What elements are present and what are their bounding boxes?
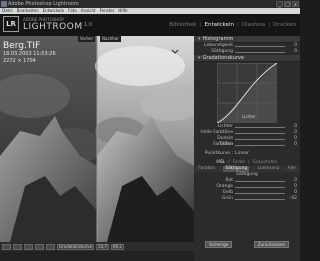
photo-info-overlay: Berg.TIF 18.03.2003 11:03:26 2272 × 1704 xyxy=(3,41,56,65)
status-strip xyxy=(0,251,194,261)
module-entwickeln[interactable]: Entwickeln xyxy=(204,22,234,28)
app-header: LR ADOBE PHOTOSHOP LIGHTROOM 1.0 Bibliot… xyxy=(0,14,300,36)
window-title-bar: Adobe Photoshop Lightroom _ □ x xyxy=(0,0,300,8)
histogram-panel-header[interactable]: ▾ Histogramm xyxy=(194,36,300,43)
slider-track[interactable] xyxy=(235,142,285,148)
tone-curve-panel-header[interactable]: ▾ Gradationskurve xyxy=(194,55,300,62)
window-controls: _ □ x xyxy=(276,1,299,8)
point-curve-label: Punktkurve : xyxy=(204,151,233,156)
module-picker: Bibliothek | Entwickeln | Diashow | Druc… xyxy=(169,22,296,28)
slider-tiefen[interactable]: Tiefen 0 xyxy=(194,142,300,148)
photo-dimensions: 2272 × 1704 xyxy=(3,58,36,64)
curve-region-label: Lichter xyxy=(242,114,256,119)
module-separator: | xyxy=(199,22,202,28)
minimize-button[interactable]: _ xyxy=(276,1,283,8)
collapse-triangle-icon: ▾ xyxy=(198,55,201,61)
target-adjust-select[interactable]: Gradationskurve xyxy=(57,243,95,250)
subtab-luminanz[interactable]: Luminanz xyxy=(257,166,279,172)
app-icon xyxy=(1,1,7,7)
collapse-triangle-icon: ▾ xyxy=(198,36,201,42)
brand-name: LIGHTROOM xyxy=(23,22,83,32)
develop-panel: ▾ Histogramm Lebendigkeit 0 Sättigung 0 ▾ Gr… xyxy=(194,36,300,261)
loupe-view-button[interactable] xyxy=(2,243,11,250)
photo-viewport[interactable]: Vorher Nachher Berg.TIF 18.03.2003 11:03… xyxy=(0,36,194,242)
module-drucken[interactable]: Drucken xyxy=(273,22,296,28)
point-curve-row: Punktkurve : Linear xyxy=(194,151,300,157)
bottom-toolbar: Gradationskurve 54,7 80,2 xyxy=(0,242,194,251)
slider-gruen[interactable]: Grün -42 xyxy=(194,196,300,202)
target-adjust-button[interactable] xyxy=(46,243,55,250)
point-curve-select[interactable]: Linear xyxy=(235,151,249,157)
after-label: Nachher xyxy=(100,36,121,42)
tone-curve-area[interactable]: Lichter xyxy=(194,62,300,124)
module-bibliothek[interactable]: Bibliothek xyxy=(169,22,196,28)
maximize-button[interactable]: □ xyxy=(284,1,291,8)
before-after-photo xyxy=(0,36,194,242)
photo-filename: Berg.TIF xyxy=(3,41,41,51)
brand-version: 1.0 xyxy=(84,22,92,28)
window-title: Adobe Photoshop Lightroom xyxy=(8,1,79,7)
photo-capture-date: 18.03.2003 11:03:26 xyxy=(3,51,56,57)
panel-buttons: Vorherige Zurücksetzen xyxy=(194,241,300,248)
crop-tool-button[interactable] xyxy=(24,243,33,250)
module-separator: | xyxy=(268,22,271,28)
slider-track[interactable] xyxy=(235,49,285,55)
before-label: Vorher xyxy=(78,36,96,42)
curve-input-value: 54,7 xyxy=(96,243,110,250)
slider-track[interactable] xyxy=(235,196,285,202)
subtab-farbton[interactable]: Farbton xyxy=(198,166,215,172)
curve-output-value: 80,2 xyxy=(111,243,124,250)
white-balance-tool-button[interactable] xyxy=(35,243,44,250)
before-after-button[interactable] xyxy=(13,243,22,250)
previous-settings-button[interactable]: Vorherige xyxy=(204,241,233,248)
module-separator: | xyxy=(237,22,239,28)
subtab-alle[interactable]: Alle xyxy=(288,166,296,172)
lightroom-logo: LR xyxy=(3,16,19,32)
close-button[interactable]: x xyxy=(292,1,299,8)
module-diashow[interactable]: Diashow xyxy=(242,22,265,28)
reset-button[interactable]: Zurücksetzen xyxy=(253,241,290,248)
